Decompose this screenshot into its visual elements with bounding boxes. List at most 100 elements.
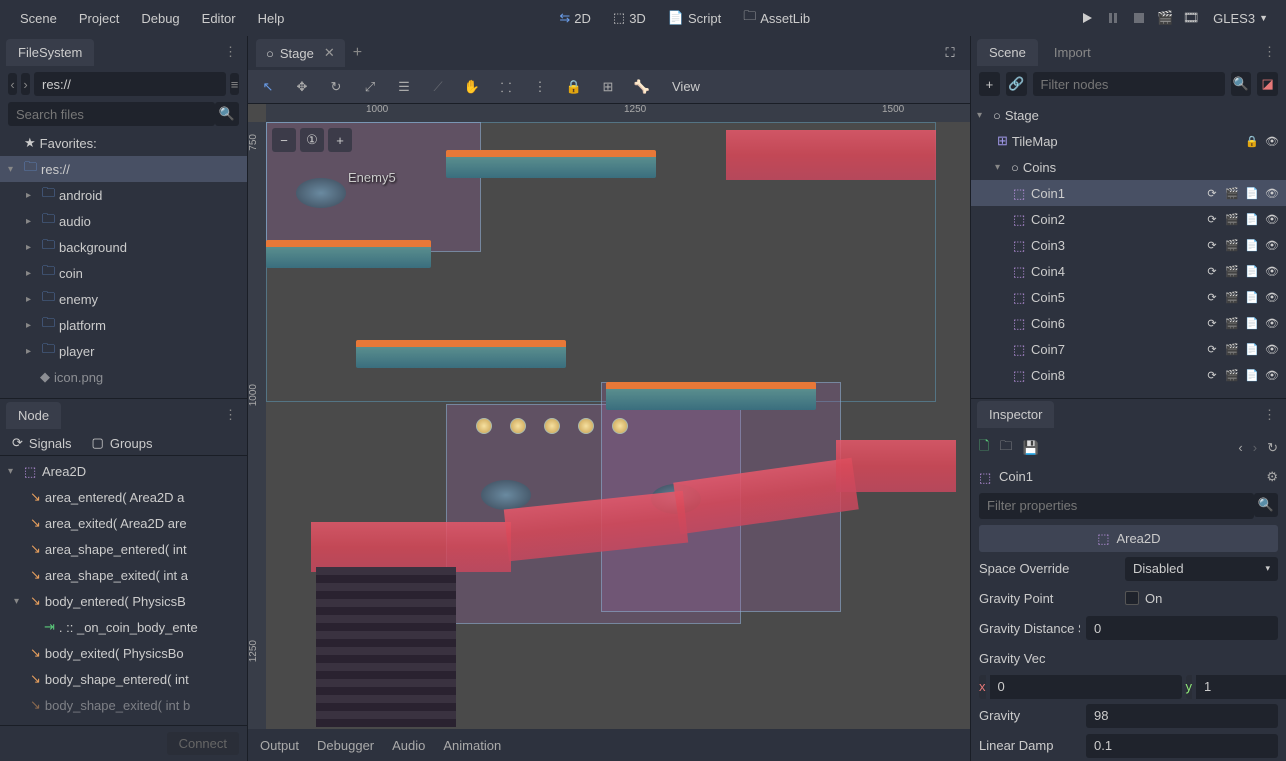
- path-input[interactable]: [34, 72, 226, 96]
- output-tab[interactable]: Output: [260, 738, 299, 753]
- menu-project[interactable]: Project: [69, 5, 129, 32]
- rotate-tool-icon[interactable]: ↻: [324, 75, 348, 99]
- workspace-2d[interactable]: ⇆ 2D: [549, 4, 601, 32]
- signal-area-entered[interactable]: ↘ area_entered( Area2D a: [0, 484, 247, 510]
- dock-menu-icon[interactable]: ⋮: [220, 407, 241, 423]
- gravity-distance-input[interactable]: [1086, 616, 1278, 640]
- history-next-icon[interactable]: ›: [1253, 440, 1257, 455]
- workspace-script[interactable]: 📄 Script: [658, 4, 731, 32]
- import-dock-tab[interactable]: Import: [1042, 39, 1103, 66]
- renderer-dropdown[interactable]: GLES3 ▼: [1205, 7, 1276, 30]
- gravity-vec-y-input[interactable]: [1196, 675, 1286, 699]
- pan-tool-icon[interactable]: ✋: [460, 75, 484, 99]
- property-filter-input[interactable]: [979, 493, 1254, 519]
- open-scene-icon[interactable]: 🎬: [1224, 185, 1240, 201]
- close-tab-icon[interactable]: ✕: [324, 45, 335, 61]
- pause-button[interactable]: [1101, 6, 1125, 30]
- bone-icon[interactable]: 🦴: [630, 75, 654, 99]
- script-icon[interactable]: 📄: [1244, 185, 1260, 201]
- scale-tool-icon[interactable]: ⤢: [358, 75, 382, 99]
- add-node-icon[interactable]: +: [979, 72, 1000, 96]
- nav-back-icon[interactable]: ‹: [8, 73, 17, 95]
- inspector-tab[interactable]: Inspector: [977, 401, 1054, 428]
- zoom-reset-icon[interactable]: ①: [300, 128, 324, 152]
- folder-coin[interactable]: ▸🗀 coin: [0, 260, 247, 286]
- menu-editor[interactable]: Editor: [192, 5, 246, 32]
- zoom-out-icon[interactable]: −: [272, 128, 296, 152]
- workspace-assetlib[interactable]: 🗀 AssetLib: [733, 1, 820, 35]
- play-scene-button[interactable]: 🎬: [1153, 6, 1177, 30]
- groups-tab[interactable]: ▢ Groups: [92, 435, 153, 451]
- scene-filter-input[interactable]: [1033, 72, 1225, 96]
- gravity-point-checkbox[interactable]: On: [1125, 591, 1162, 606]
- zoom-in-icon[interactable]: +: [328, 128, 352, 152]
- animation-tab[interactable]: Animation: [443, 738, 501, 753]
- scene-node-coin2[interactable]: Coin2 ⟳🎬📄👁: [971, 206, 1286, 232]
- signal-area-shape-entered[interactable]: ↘ area_shape_entered( int: [0, 536, 247, 562]
- signal-area-shape-exited[interactable]: ↘ area_shape_exited( int a: [0, 562, 247, 588]
- audio-tab[interactable]: Audio: [392, 738, 425, 753]
- path-split-icon[interactable]: ≡: [230, 73, 239, 95]
- signal-body-exited[interactable]: ↘ body_exited( PhysicsBo: [0, 640, 247, 666]
- scene-node-coin6[interactable]: Coin6 ⟳🎬📄👁: [971, 310, 1286, 336]
- scene-tab-stage[interactable]: ○ Stage ✕: [256, 39, 345, 67]
- history-prev-icon[interactable]: ‹: [1238, 440, 1242, 455]
- signals-tab[interactable]: ⟳ Signals: [12, 435, 72, 451]
- file-icon-png[interactable]: ◆ icon.png: [0, 364, 247, 390]
- dock-menu-icon[interactable]: ⋮: [1259, 407, 1280, 423]
- search-icon[interactable]: 🔍: [215, 102, 239, 126]
- gravity-vec-x-input[interactable]: [990, 675, 1182, 699]
- folder-platform[interactable]: ▸🗀 platform: [0, 312, 247, 338]
- scene-node-coin4[interactable]: Coin4 ⟳🎬📄👁: [971, 258, 1286, 284]
- signal-body-shape-exited[interactable]: ↘ body_shape_exited( int b: [0, 692, 247, 718]
- folder-background[interactable]: ▸🗀 background: [0, 234, 247, 260]
- category-area2d[interactable]: Area2D: [979, 525, 1278, 552]
- signal-conn-icon[interactable]: ⟳: [1204, 185, 1220, 201]
- scene-node-coin5[interactable]: Coin5 ⟳🎬📄👁: [971, 284, 1286, 310]
- dock-menu-icon[interactable]: ⋮: [1259, 44, 1280, 60]
- scene-node-stage[interactable]: ▾○ Stage: [971, 102, 1286, 128]
- search-icon[interactable]: 🔍: [1254, 493, 1278, 517]
- scene-dock-tab[interactable]: Scene: [977, 39, 1038, 66]
- visibility-icon[interactable]: 👁: [1264, 185, 1280, 201]
- scene-extra-icon[interactable]: ◪: [1257, 72, 1278, 96]
- dock-menu-icon[interactable]: ⋮: [220, 44, 241, 60]
- menu-debug[interactable]: Debug: [131, 5, 189, 32]
- gravity-input[interactable]: [1086, 704, 1278, 728]
- load-resource-icon[interactable]: 🗀: [999, 437, 1012, 459]
- space-override-dropdown[interactable]: Disabled▾: [1125, 557, 1278, 581]
- scene-node-coin3[interactable]: Coin3 ⟳🎬📄👁: [971, 232, 1286, 258]
- save-resource-icon[interactable]: 💾: [1022, 440, 1038, 456]
- favorites-row[interactable]: ★ Favorites:: [0, 130, 247, 156]
- new-resource-icon[interactable]: 🗋: [979, 437, 989, 459]
- lock-icon[interactable]: 🔒: [562, 75, 586, 99]
- list-tool-icon[interactable]: ☰: [392, 75, 416, 99]
- scene-node-coin8[interactable]: Coin8 ⟳🎬📄👁: [971, 362, 1286, 388]
- scene-node-coin7[interactable]: Coin7 ⟳🎬📄👁: [971, 336, 1286, 362]
- nav-forward-icon[interactable]: ›: [21, 73, 30, 95]
- play-button[interactable]: [1075, 6, 1099, 30]
- stop-button[interactable]: [1127, 6, 1151, 30]
- scene-node-coins[interactable]: ▾○ Coins: [971, 154, 1286, 180]
- linear-damp-input[interactable]: [1086, 734, 1278, 758]
- node-tab[interactable]: Node: [6, 402, 61, 429]
- folder-enemy[interactable]: ▸🗀 enemy: [0, 286, 247, 312]
- folder-player[interactable]: ▸🗀 player: [0, 338, 247, 364]
- connect-button[interactable]: Connect: [167, 732, 239, 755]
- view-menu[interactable]: View: [672, 79, 700, 94]
- filter-search-icon[interactable]: 🔍: [1231, 72, 1252, 96]
- debugger-tab[interactable]: Debugger: [317, 738, 374, 753]
- history-menu-icon[interactable]: ↻: [1267, 440, 1278, 456]
- group-icon[interactable]: ⊞: [596, 75, 620, 99]
- menu-help[interactable]: Help: [248, 5, 295, 32]
- instance-scene-icon[interactable]: 🔗: [1006, 72, 1027, 96]
- snap-tool-icon[interactable]: ⸬: [494, 75, 518, 99]
- signal-body-entered[interactable]: ▾↘ body_entered( PhysicsB: [0, 588, 247, 614]
- snap-menu-icon[interactable]: ⋮: [528, 75, 552, 99]
- res-root[interactable]: ▾🗀 res://: [0, 156, 247, 182]
- distraction-free-icon[interactable]: ⛶: [938, 41, 962, 65]
- lock-icon[interactable]: 🔒: [1244, 133, 1260, 149]
- game-canvas[interactable]: Enemy5: [266, 122, 970, 729]
- add-scene-icon[interactable]: +: [353, 44, 362, 62]
- file-search-input[interactable]: [8, 102, 215, 126]
